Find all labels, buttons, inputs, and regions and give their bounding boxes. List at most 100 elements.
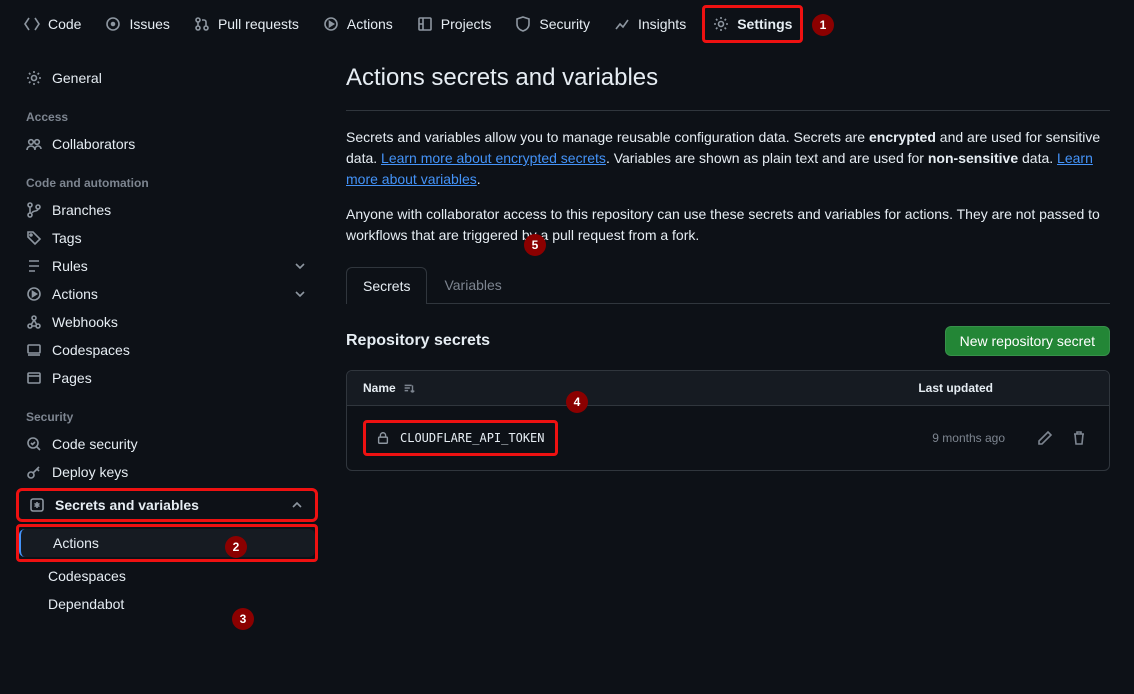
sort-icon: [402, 381, 416, 395]
project-icon: [417, 16, 433, 32]
tab-variables-label: Variables: [444, 277, 501, 293]
codescan-icon: [26, 436, 42, 452]
code-icon: [24, 16, 40, 32]
secret-updated: 9 months ago: [932, 431, 1005, 445]
nav-issues[interactable]: Issues: [97, 8, 177, 40]
nav-security[interactable]: Security: [507, 8, 598, 40]
sidebar-sub-dependabot[interactable]: Dependabot: [16, 590, 318, 618]
browser-icon: [26, 370, 42, 386]
key-icon: [26, 464, 42, 480]
tab-variables[interactable]: Variables: [427, 266, 518, 303]
nav-actions-label: Actions: [347, 16, 393, 32]
nav-insights-label: Insights: [638, 16, 686, 32]
sidebar-pages[interactable]: Pages: [16, 364, 318, 392]
annotation-1: 1: [812, 14, 834, 36]
branch-icon: [26, 202, 42, 218]
divider: [346, 110, 1110, 111]
intro-paragraph-1: Secrets and variables allow you to manag…: [346, 127, 1110, 190]
gear-icon: [26, 70, 42, 86]
intro-bold: encrypted: [869, 129, 936, 145]
play-icon: [323, 16, 339, 32]
nav-issues-label: Issues: [129, 16, 169, 32]
sidebar-secrets-sub-wrap: Actions: [16, 524, 318, 562]
secret-name-text: CLOUDFLARE_API_TOKEN: [400, 431, 545, 445]
sidebar-codespaces-label: Codespaces: [52, 342, 130, 358]
annotation-4: 4: [566, 391, 588, 413]
nav-code-label: Code: [48, 16, 81, 32]
sidebar-actions[interactable]: Actions: [16, 280, 318, 308]
intro-text: Secrets and variables allow you to manag…: [346, 129, 869, 145]
sidebar-secrets-variables-label: Secrets and variables: [55, 497, 199, 513]
chevron-down-icon: [292, 286, 308, 302]
nav-settings-label: Settings: [737, 16, 792, 32]
sidebar-webhooks[interactable]: Webhooks: [16, 308, 318, 336]
sidebar-actions-label: Actions: [52, 286, 98, 302]
sidebar-deploy-keys-label: Deploy keys: [52, 464, 128, 480]
sidebar-tags[interactable]: Tags: [16, 224, 318, 252]
intro-text: .: [477, 171, 481, 187]
rules-icon: [26, 258, 42, 274]
sidebar-code-security-label: Code security: [52, 436, 138, 452]
sidebar-sub-actions[interactable]: Actions: [19, 529, 315, 557]
secrets-variables-tabs: Secrets Variables 5: [346, 266, 1110, 304]
sidebar-sub-actions-label: Actions: [53, 535, 99, 551]
sidebar-general[interactable]: General: [16, 64, 318, 92]
col-header-name[interactable]: Name: [363, 381, 416, 395]
delete-secret-button[interactable]: [1065, 424, 1093, 452]
codespaces-icon: [26, 342, 42, 358]
chevron-up-icon: [289, 497, 305, 513]
table-header: Name Last updated: [347, 371, 1109, 405]
link-encrypted-secrets[interactable]: Learn more about encrypted secrets: [381, 150, 606, 166]
annotation-3: 3: [232, 608, 254, 630]
edit-secret-button[interactable]: [1031, 424, 1059, 452]
sidebar-secrets-variables[interactable]: Secrets and variables: [16, 488, 318, 522]
nav-settings[interactable]: Settings: [702, 5, 803, 43]
trash-icon: [1071, 430, 1087, 446]
sidebar-sub-codespaces[interactable]: Codespaces: [16, 562, 318, 590]
col-header-updated: Last updated: [918, 381, 993, 395]
repo-secrets-header: Repository secrets New repository secret: [346, 326, 1110, 356]
sidebar-branches[interactable]: Branches: [16, 196, 318, 224]
annotation-2: 2: [225, 536, 247, 558]
annotation-5: 5: [524, 234, 546, 256]
new-repository-secret-button[interactable]: New repository secret: [945, 326, 1110, 356]
sidebar-rules-label: Rules: [52, 258, 88, 274]
nav-insights[interactable]: Insights: [606, 8, 694, 40]
repo-secrets-table: Name Last updated CLOUDFLARE_API_TOKEN 9…: [346, 370, 1110, 471]
intro-paragraph-2: Anyone with collaborator access to this …: [346, 204, 1110, 246]
sidebar-rules[interactable]: Rules: [16, 252, 318, 280]
nav-actions[interactable]: Actions: [315, 8, 401, 40]
new-repo-secret-label: New repository secret: [960, 333, 1095, 349]
repo-secrets-heading: Repository secrets: [346, 332, 490, 350]
sidebar-deploy-keys[interactable]: Deploy keys: [16, 458, 318, 486]
tag-icon: [26, 230, 42, 246]
content-pane: Actions secrets and variables Secrets an…: [326, 48, 1134, 694]
pencil-icon: [1037, 430, 1053, 446]
col-name-label: Name: [363, 381, 396, 395]
nav-pulls[interactable]: Pull requests: [186, 8, 307, 40]
nav-security-label: Security: [539, 16, 590, 32]
sidebar-code-security[interactable]: Code security: [16, 430, 318, 458]
gear-icon: [713, 16, 729, 32]
sidebar-codespaces[interactable]: Codespaces: [16, 336, 318, 364]
sidebar-head-access: Access: [16, 92, 318, 130]
intro-bold: non-sensitive: [928, 150, 1018, 166]
page-title: Actions secrets and variables: [346, 64, 1110, 92]
play-icon: [26, 286, 42, 302]
tab-secrets[interactable]: Secrets: [346, 267, 427, 304]
sidebar-sub-codespaces-label: Codespaces: [48, 568, 126, 584]
repo-top-nav: Code Issues Pull requests Actions Projec…: [0, 0, 1134, 48]
sidebar-pages-label: Pages: [52, 370, 92, 386]
intro-text: data.: [1018, 150, 1057, 166]
sidebar-sub-dependabot-label: Dependabot: [48, 596, 124, 612]
git-pull-icon: [194, 16, 210, 32]
tab-secrets-label: Secrets: [363, 278, 410, 294]
graph-icon: [614, 16, 630, 32]
issue-icon: [105, 16, 121, 32]
sidebar-webhooks-label: Webhooks: [52, 314, 118, 330]
nav-code[interactable]: Code: [16, 8, 89, 40]
sidebar-collaborators[interactable]: Collaborators: [16, 130, 318, 158]
table-row: CLOUDFLARE_API_TOKEN 9 months ago: [347, 405, 1109, 470]
nav-projects[interactable]: Projects: [409, 8, 500, 40]
sidebar-head-code-auto: Code and automation: [16, 158, 318, 196]
